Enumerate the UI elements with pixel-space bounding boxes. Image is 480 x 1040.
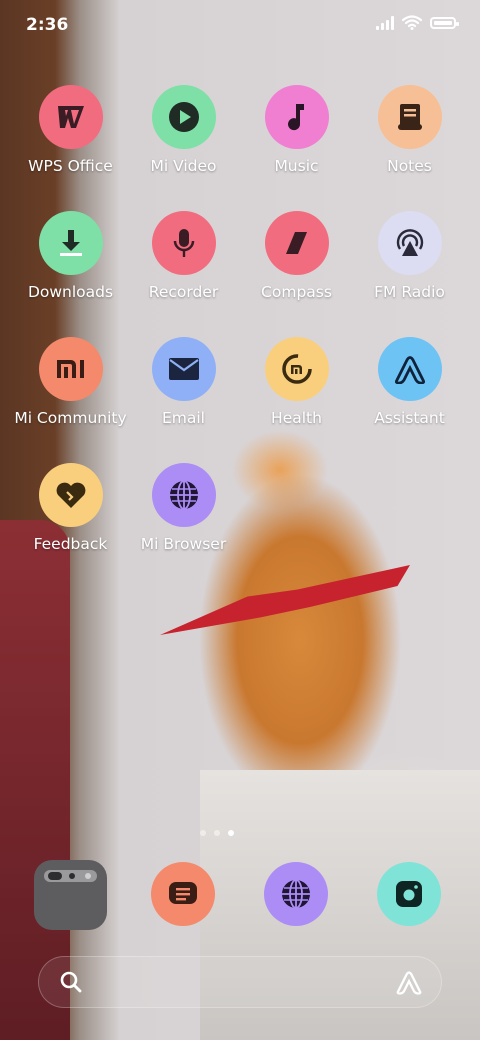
microphone-icon [151,211,216,275]
status-icons [376,15,459,30]
message-icon[interactable] [151,862,215,926]
download-icon [38,211,103,275]
dock [0,860,480,930]
app-mi-video[interactable]: Mi Video [127,85,240,175]
status-time: 2:36 [26,15,69,35]
envelope-icon [151,337,216,401]
app-mi-browser[interactable]: Mi Browser [127,463,240,553]
app-label: Music [274,157,319,175]
music-note-icon [264,85,329,149]
page-dot-active[interactable] [228,830,234,836]
mi-logo-icon [38,337,103,401]
app-downloads[interactable]: Downloads [14,211,127,301]
app-feedback[interactable]: Feedback [14,463,127,553]
health-ring-icon [264,337,329,401]
status-bar: 2:36 [0,0,480,50]
app-label: Mi Video [150,157,217,175]
app-label: Downloads [27,283,114,301]
globe-icon [151,463,216,527]
notes-icon [377,85,442,149]
app-label: Assistant [374,409,445,427]
home-screen: 2:36 WPS Office Mi Video Music Notes Dow… [0,0,480,1040]
app-label: Recorder [148,283,219,301]
app-recorder[interactable]: Recorder [127,211,240,301]
heart-icon [38,463,103,527]
battery-icon [430,16,459,29]
assistant-icon[interactable] [395,969,423,995]
app-label: Mi Browser [140,535,227,553]
app-label: Notes [387,157,432,175]
compass-icon [264,211,329,275]
wps-icon [38,85,103,149]
wifi-icon [402,15,422,30]
app-compass[interactable]: Compass [240,211,353,301]
page-dot[interactable] [214,830,220,836]
search-bar[interactable] [38,956,442,1008]
app-email[interactable]: Email [127,337,240,427]
globe-icon[interactable] [264,862,328,926]
app-notes[interactable]: Notes [353,85,466,175]
play-icon [151,85,216,149]
app-label: Email [161,409,205,427]
wallpaper-bandana [160,565,410,635]
app-mi-community[interactable]: Mi Community [14,337,127,427]
signal-icon [376,15,394,30]
assistant-icon [377,337,442,401]
folder-icon[interactable] [34,860,107,930]
app-label: Mi Community [14,409,127,427]
camera-icon[interactable] [377,862,441,926]
app-music[interactable]: Music [240,85,353,175]
app-label: Compass [261,283,332,301]
search-icon[interactable] [59,970,83,994]
app-label: WPS Office [28,157,113,175]
app-health[interactable]: Health [240,337,353,427]
app-wps-office[interactable]: WPS Office [14,85,127,175]
page-indicator [200,830,234,836]
app-assistant[interactable]: Assistant [353,337,466,427]
app-label: FM Radio [374,283,445,301]
page-dot[interactable] [200,830,206,836]
radio-icon [377,211,442,275]
app-label: Health [271,409,322,427]
app-fm-radio[interactable]: FM Radio [353,211,466,301]
app-label: Feedback [33,535,108,553]
